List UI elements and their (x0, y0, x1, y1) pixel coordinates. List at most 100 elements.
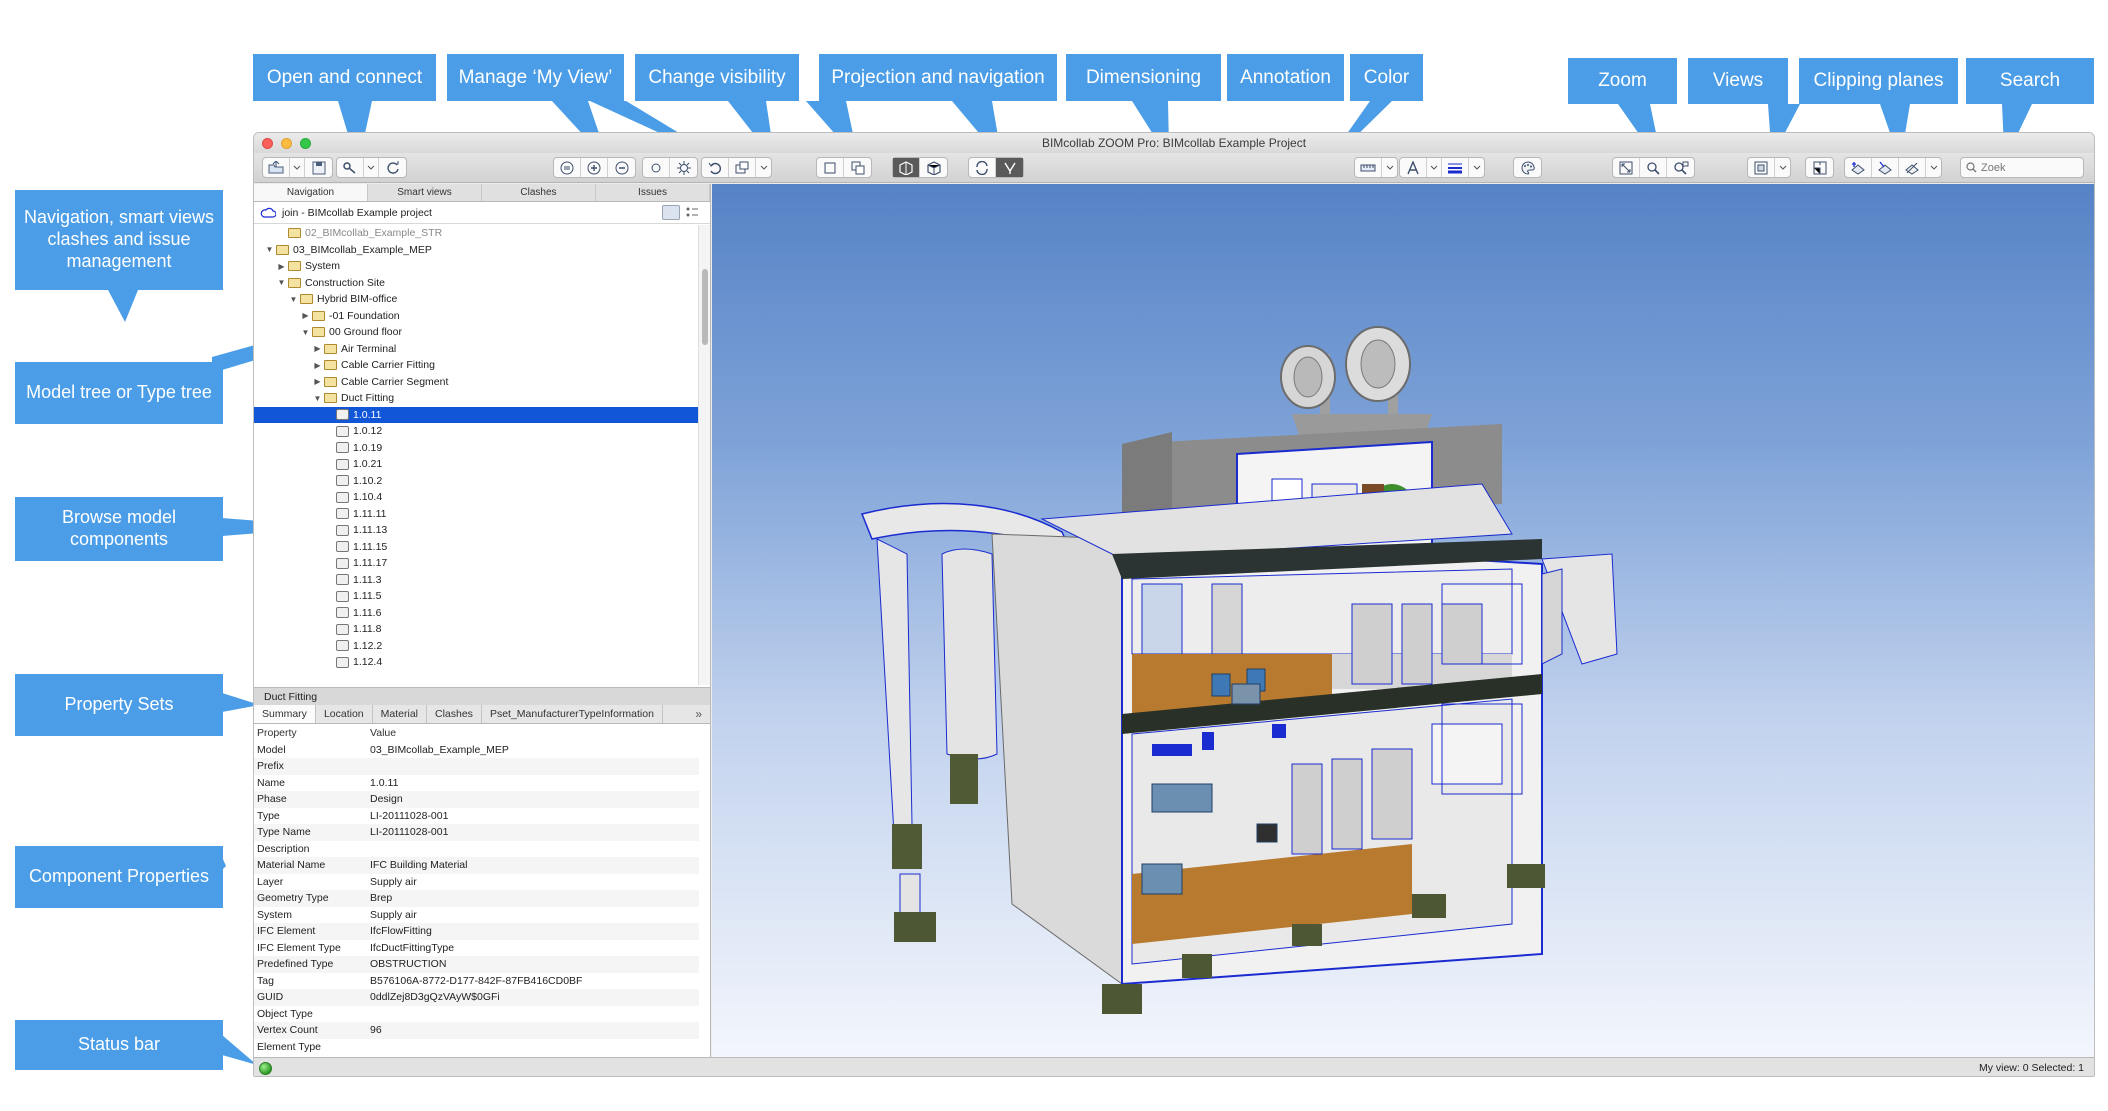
clipping-box-icon[interactable] (1872, 158, 1899, 177)
property-row[interactable]: Vertex Count 96 (254, 1022, 699, 1039)
property-row[interactable]: Description (254, 841, 699, 858)
maximize-window-button[interactable] (300, 138, 311, 149)
collapsed-arrow-icon[interactable]: ▶ (312, 361, 323, 370)
fly-icon[interactable] (996, 158, 1023, 177)
chevron-down-icon[interactable] (1469, 158, 1484, 177)
zoom-extents-icon[interactable] (1613, 158, 1640, 177)
tree-item[interactable]: ▼ Duct Fitting (254, 390, 699, 407)
minimize-window-button[interactable] (281, 138, 292, 149)
tree-item[interactable]: 1.12.4 (254, 654, 699, 671)
tree-item[interactable]: 1.10.4 (254, 489, 699, 506)
remove-from-view-icon[interactable] (608, 158, 635, 177)
property-row[interactable]: Layer Supply air (254, 874, 699, 891)
tree-item[interactable]: 1.11.3 (254, 572, 699, 589)
tree-item[interactable]: ▼ Hybrid BIM-office (254, 291, 699, 308)
transparency-icon[interactable] (729, 158, 756, 177)
tree-item[interactable]: 1.11.6 (254, 605, 699, 622)
orbit-icon[interactable] (969, 158, 996, 177)
measure-icon[interactable] (1355, 158, 1382, 177)
property-row[interactable]: Type Name LI-20111028-001 (254, 824, 699, 841)
tree-item[interactable]: 1.0.11 (254, 406, 699, 423)
tab-clashes[interactable]: Clashes (482, 184, 596, 201)
scroll-thumb[interactable] (702, 269, 708, 345)
property-row[interactable]: Prefix (254, 758, 699, 775)
orthographic-icon[interactable] (844, 158, 871, 177)
zoom-window-icon[interactable] (1667, 158, 1694, 177)
zoom-selection-icon[interactable] (1640, 158, 1667, 177)
ptab-material[interactable]: Material (373, 705, 427, 723)
property-row[interactable]: Phase Design (254, 791, 699, 808)
view-presets-icon[interactable] (1748, 158, 1775, 177)
tab-smart-views[interactable]: Smart views (368, 184, 482, 201)
property-row[interactable]: System Supply air (254, 907, 699, 924)
property-row[interactable]: Predefined Type OBSTRUCTION (254, 956, 699, 973)
collapsed-arrow-icon[interactable]: ▶ (300, 311, 311, 320)
chevron-down-icon[interactable] (364, 158, 379, 177)
property-row[interactable]: Type LI-20111028-001 (254, 808, 699, 825)
tree-item[interactable]: ▼ 00 Ground floor (254, 324, 699, 341)
chevron-down-icon[interactable] (290, 158, 305, 177)
more-tabs-icon[interactable]: » (687, 705, 710, 723)
ptab-summary[interactable]: Summary (254, 705, 316, 723)
chevron-down-icon[interactable] (1427, 158, 1442, 177)
tab-issues[interactable]: Issues (596, 184, 710, 201)
tree-item[interactable]: 1.11.8 (254, 621, 699, 638)
tree-item[interactable]: 02_BIMcollab_Example_STR (254, 225, 699, 242)
property-row[interactable]: Tag B576106A-8772-D177-842F-87FB416CD0BF (254, 973, 699, 990)
save-icon[interactable] (305, 158, 332, 177)
add-clipping-plane-icon[interactable] (1845, 158, 1872, 177)
floorplan-icon[interactable] (1806, 158, 1833, 177)
tree-item[interactable]: 1.11.17 (254, 555, 699, 572)
chevron-down-icon[interactable] (1382, 158, 1397, 177)
perspective-icon[interactable] (817, 158, 844, 177)
tree-item[interactable]: ▶ Air Terminal (254, 341, 699, 358)
expanded-arrow-icon[interactable]: ▼ (312, 394, 323, 403)
tree-item[interactable]: 1.12.2 (254, 638, 699, 655)
property-row[interactable]: Model 03_BIMcollab_Example_MEP (254, 742, 699, 759)
my-view-icon[interactable] (554, 158, 581, 177)
text-annotation-icon[interactable] (1400, 158, 1427, 177)
tree-scrollbar[interactable] (698, 225, 710, 685)
collapsed-arrow-icon[interactable]: ▶ (276, 262, 287, 271)
ptab-clashes[interactable]: Clashes (427, 705, 482, 723)
tree-item[interactable]: 1.0.19 (254, 440, 699, 457)
chevron-down-icon[interactable] (1926, 158, 1941, 177)
tree-item[interactable]: ▼ Construction Site (254, 275, 699, 292)
add-to-view-icon[interactable] (581, 158, 608, 177)
property-row[interactable]: Element Type (254, 1039, 699, 1056)
sync-icon[interactable] (379, 158, 406, 177)
ptab-pset-manufacturer[interactable]: Pset_ManufacturerTypeInformation (482, 705, 663, 723)
model-mode-icon[interactable] (893, 158, 920, 177)
open-file-icon[interactable] (263, 158, 290, 177)
search-input[interactable] (1981, 161, 2071, 174)
expanded-arrow-icon[interactable]: ▼ (264, 245, 275, 254)
walk-mode-icon[interactable] (920, 158, 947, 177)
color-palette-icon[interactable] (1514, 158, 1541, 177)
tree-item[interactable]: ▼ 03_BIMcollab_Example_MEP (254, 242, 699, 259)
project-row[interactable]: join - BIMcollab Example project (254, 202, 710, 224)
tree-item[interactable]: ▶ Cable Carrier Segment (254, 374, 699, 391)
connect-icon[interactable] (337, 158, 364, 177)
type-tree-view-icon[interactable] (684, 205, 702, 220)
close-window-button[interactable] (262, 138, 273, 149)
collapsed-arrow-icon[interactable]: ▶ (312, 344, 323, 353)
tab-navigation[interactable]: Navigation (254, 184, 368, 201)
model-tree-view-icon[interactable] (662, 205, 680, 220)
hide-icon[interactable] (643, 158, 670, 177)
3d-viewport[interactable] (712, 184, 2094, 1057)
collapsed-arrow-icon[interactable]: ▶ (312, 377, 323, 386)
tree-item[interactable]: ▶ System (254, 258, 699, 275)
property-row[interactable]: Material Name IFC Building Material (254, 857, 699, 874)
tree-item[interactable]: ▶ Cable Carrier Fitting (254, 357, 699, 374)
property-row[interactable]: Name 1.0.11 (254, 775, 699, 792)
tree-item[interactable]: 1.11.15 (254, 539, 699, 556)
property-row[interactable]: GUID 0ddlZej8D3gQzVAyW$0GFi (254, 989, 699, 1006)
expanded-arrow-icon[interactable]: ▼ (300, 328, 311, 337)
line-weight-icon[interactable] (1442, 158, 1469, 177)
property-row[interactable]: IFC Element IfcFlowFitting (254, 923, 699, 940)
tree-item[interactable]: 1.0.12 (254, 423, 699, 440)
tree-item[interactable]: 1.11.5 (254, 588, 699, 605)
expanded-arrow-icon[interactable]: ▼ (288, 295, 299, 304)
property-row[interactable]: Geometry Type Brep (254, 890, 699, 907)
tree-item[interactable]: ▶ -01 Foundation (254, 308, 699, 325)
